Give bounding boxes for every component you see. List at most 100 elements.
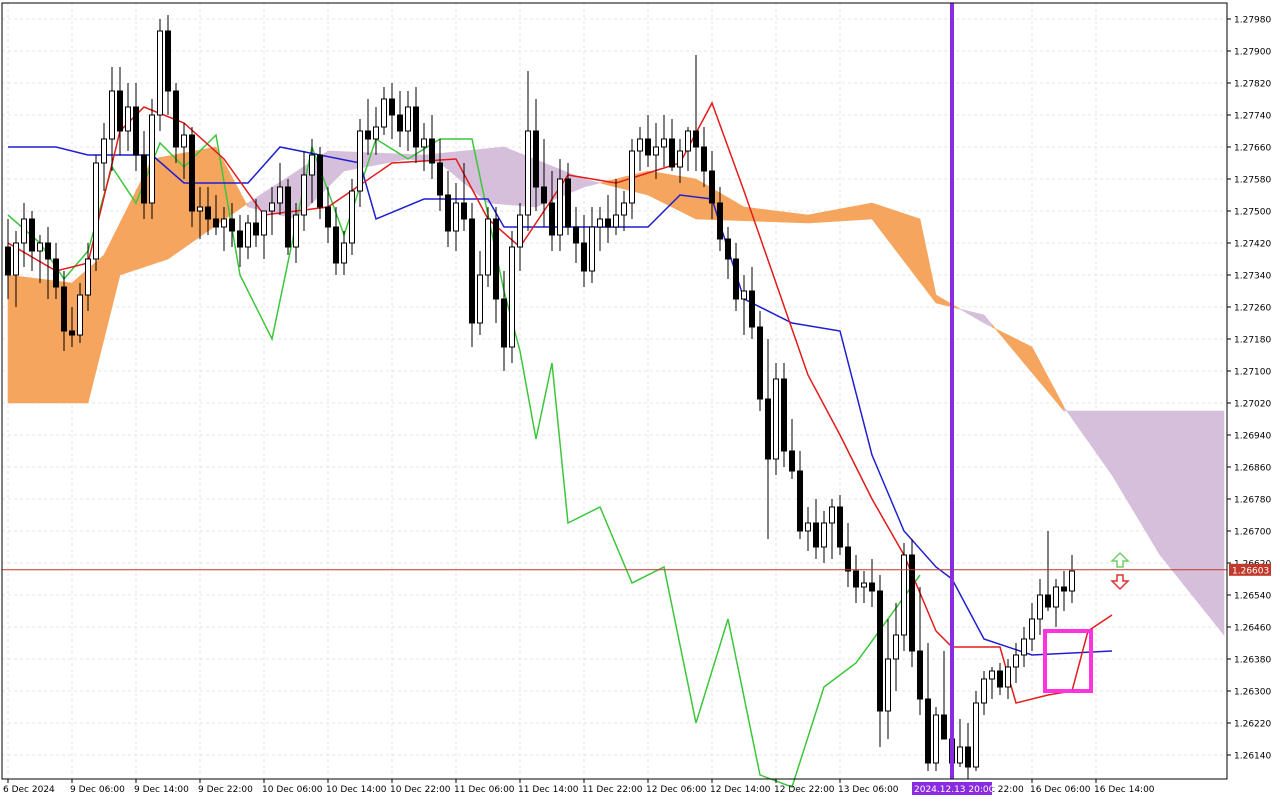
candle-bear — [701, 146, 707, 172]
kumo-segment — [863, 202, 873, 220]
y-tick-label: 1.26940 — [1234, 432, 1271, 442]
kumo-segment — [1175, 410, 1185, 586]
kumo-segment — [487, 147, 497, 204]
candle-bear — [389, 98, 395, 116]
kumo-segment — [111, 222, 121, 308]
candle-bear — [749, 290, 755, 328]
kumo-segment — [31, 277, 41, 404]
y-tick-label: 1.27340 — [1234, 272, 1271, 282]
kumo-segment — [967, 310, 977, 319]
kumo-segment — [391, 153, 401, 163]
chart-svg: 1.27980 1.27900 1.27820 1.27740 1.27660 1.275… — [1, 2, 1271, 795]
y-tick-label: 1.26460 — [1234, 624, 1271, 634]
candle-bull — [1021, 638, 1027, 656]
ichimoku-chart[interactable]: 1.27980 1.27900 1.27820 1.27740 1.27660 1.275… — [0, 0, 1280, 800]
candle-bull — [125, 106, 131, 132]
kumo-segment — [647, 170, 657, 200]
candle-bull — [157, 30, 163, 116]
kumo-segment — [695, 178, 705, 220]
kumo-segment — [895, 210, 905, 262]
candle-bear — [869, 582, 875, 592]
candle-bear — [365, 130, 371, 140]
y-tick-label: 1.27260 — [1234, 304, 1271, 314]
kumo-segment — [1167, 410, 1177, 576]
candle-bull — [421, 138, 427, 148]
kumo-segment — [1191, 410, 1201, 606]
candle-bear — [133, 106, 139, 156]
kumo-segment — [975, 312, 985, 324]
candle-bull — [661, 138, 667, 148]
candle-bull — [773, 378, 779, 460]
candle-bull — [293, 214, 299, 248]
candle-bear — [965, 746, 971, 768]
y-tick-label: 1.26300 — [1234, 688, 1271, 698]
kumo-segment — [671, 174, 681, 212]
x-tick-label-partial: c 22:00 — [990, 785, 1024, 795]
candle-bull — [973, 702, 979, 768]
kumo-segment — [159, 155, 169, 263]
kumo-segment — [15, 275, 25, 404]
candle-bull — [1005, 666, 1011, 688]
y-tick-label: 1.27900 — [1234, 48, 1271, 58]
candle-bear — [429, 138, 435, 164]
kumo-segment — [1159, 410, 1169, 566]
candle-bear — [285, 186, 291, 248]
y-tick-label: 1.26860 — [1234, 464, 1271, 474]
kumo-segment — [919, 218, 929, 294]
kumo-segment — [1207, 410, 1217, 626]
candle-bull — [861, 582, 867, 588]
kumo-segment — [911, 215, 921, 283]
candle-bull — [1029, 618, 1035, 640]
y-tick-label: 1.27180 — [1234, 336, 1271, 346]
y-tick-label: 1.27580 — [1234, 176, 1271, 186]
kumo-segment — [759, 208, 769, 222]
kumo-segment — [95, 254, 105, 372]
candle-bear — [445, 194, 451, 232]
kumo-segment — [175, 152, 185, 254]
candle-bear — [413, 106, 419, 148]
kumo-segment — [1007, 334, 1017, 355]
candle-bull — [77, 294, 83, 336]
kumo-segment — [1111, 410, 1121, 490]
kumo-segment — [1127, 410, 1137, 517]
candle-bull — [509, 246, 515, 348]
kumo-segment — [727, 197, 737, 221]
kumo-segment — [495, 146, 505, 205]
candle-bull — [381, 98, 387, 128]
candle-bear — [45, 242, 51, 260]
highlight-box — [1043, 629, 1093, 693]
candle-bull — [405, 106, 411, 132]
candle-bull — [621, 202, 627, 216]
candle-bull — [149, 114, 155, 204]
x-tick-label: 16 Dec 14:00 — [1094, 785, 1155, 795]
y-tick-label: 1.26220 — [1234, 720, 1271, 730]
candle-bear — [925, 698, 931, 764]
kumo-segment — [983, 314, 993, 328]
kumo-segment — [199, 148, 209, 238]
x-tick-label: 9 Dec 06:00 — [70, 785, 125, 795]
kumo-segment — [823, 210, 833, 223]
candle-bull — [1053, 586, 1059, 608]
candle-bear — [253, 222, 259, 236]
kumo-segment — [663, 173, 673, 208]
candle-bull — [373, 126, 379, 140]
current-price-label: 1.26603 — [1232, 566, 1269, 576]
candle-bull — [557, 178, 563, 236]
candle-bull — [957, 746, 963, 764]
kumo-segment — [903, 213, 913, 273]
candle-bull — [221, 218, 227, 228]
kumo-segment — [1143, 410, 1153, 543]
candle-bear — [1061, 586, 1067, 592]
kumo-segment — [999, 330, 1009, 345]
candle-bear — [205, 206, 211, 220]
kumo-segment — [815, 211, 825, 223]
candle-bear — [669, 138, 675, 168]
candle-bull — [197, 206, 203, 212]
candle-bear — [789, 450, 795, 472]
kumo-segment — [847, 205, 857, 221]
y-tick-label: 1.27420 — [1234, 240, 1271, 250]
candle-bear — [69, 330, 75, 336]
candle-bull — [245, 222, 251, 248]
candle-bull — [1037, 594, 1043, 620]
candle-bear — [469, 218, 475, 324]
